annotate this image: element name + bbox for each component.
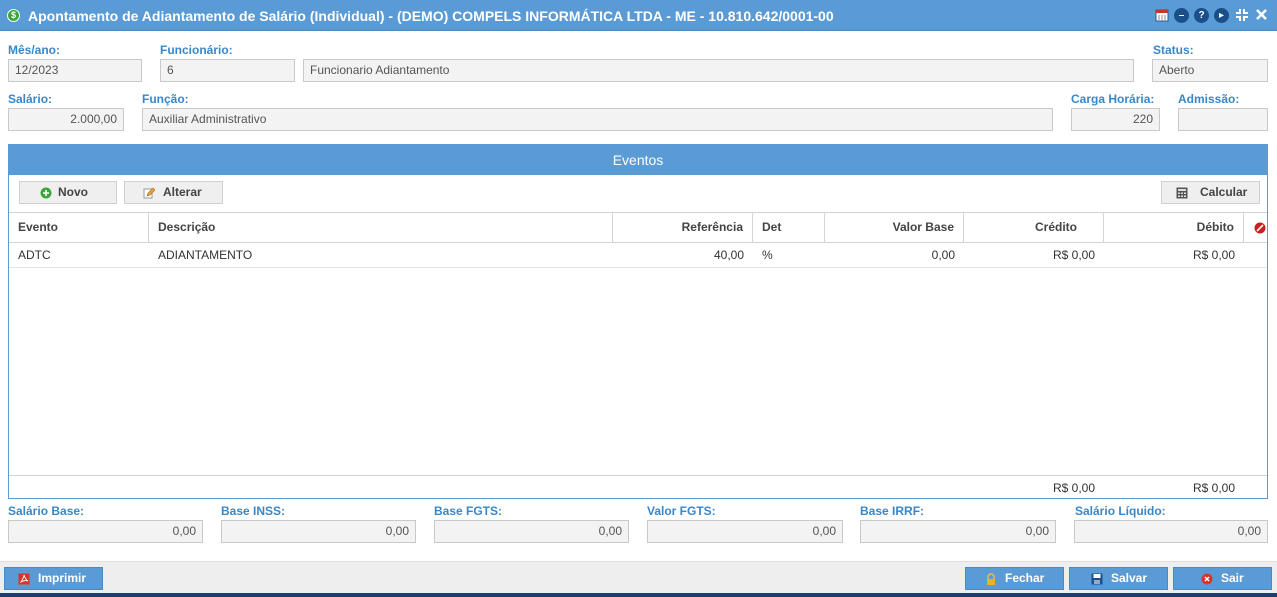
sair-label: Sair <box>1221 571 1244 585</box>
exit-icon <box>1201 573 1213 585</box>
cell-credito: R$ 0,00 <box>1052 248 1095 262</box>
admissao-label: Admissão: <box>1178 92 1240 106</box>
events-title: Eventos <box>9 145 1267 175</box>
app-icon: $ <box>7 9 20 22</box>
novo-label: Novo <box>58 185 88 199</box>
base-fgts-field: 0,00 <box>434 520 629 543</box>
funcionario-name-field[interactable]: Funcionario Adiantamento <box>303 59 1134 82</box>
status-label: Status: <box>1153 43 1194 57</box>
salario-liquido-field: 0,00 <box>1074 520 1268 543</box>
add-icon <box>40 187 52 199</box>
remove-all-column[interactable] <box>1244 213 1267 242</box>
imprimir-button[interactable]: Imprimir <box>4 567 103 590</box>
valor-fgts-field: 0,00 <box>647 520 843 543</box>
cell-referencia: 40,00 <box>713 248 744 262</box>
minimize-icon[interactable]: – <box>1174 8 1189 23</box>
mes-ano-label: Mês/ano: <box>8 43 61 57</box>
base-irrf-field: 0,00 <box>860 520 1056 543</box>
col-descricao[interactable]: Descrição <box>149 213 613 242</box>
base-fgts-label: Base FGTS: <box>434 504 503 518</box>
status-field: Aberto <box>1152 59 1268 82</box>
sair-button[interactable]: Sair <box>1173 567 1272 590</box>
pdf-icon <box>18 573 30 585</box>
alterar-button[interactable]: Alterar <box>124 181 223 204</box>
total-credito: R$ 0,00 <box>1052 481 1095 495</box>
close-icon[interactable] <box>1254 8 1269 23</box>
cell-det: % <box>762 248 773 262</box>
salario-base-field: 0,00 <box>8 520 203 543</box>
funcao-field[interactable]: Auxiliar Administrativo <box>142 108 1053 131</box>
events-panel: Eventos Novo Alterar Calcular Evento Des… <box>8 144 1268 499</box>
cell-descricao: ADIANTAMENTO <box>158 248 253 262</box>
col-evento[interactable]: Evento <box>9 213 149 242</box>
admissao-field[interactable] <box>1178 108 1268 131</box>
col-credito[interactable]: Crédito <box>964 213 1104 242</box>
funcao-label: Função: <box>142 92 189 106</box>
col-det[interactable]: Det <box>753 213 825 242</box>
alterar-label: Alterar <box>163 185 202 199</box>
base-irrf-label: Base IRRF: <box>860 504 925 518</box>
col-valor-base[interactable]: Valor Base <box>825 213 964 242</box>
edit-icon <box>143 187 155 199</box>
lock-icon <box>987 573 995 585</box>
events-totals: R$ 0,00 R$ 0,00 <box>9 475 1267 499</box>
remove-icon[interactable] <box>1254 222 1266 234</box>
events-grid-header: Evento Descrição Referência Det Valor Ba… <box>9 212 1267 243</box>
salvar-button[interactable]: Salvar <box>1069 567 1168 590</box>
funcionario-code-field[interactable]: 6 <box>160 59 295 82</box>
salario-liquido-label: Salário Líquido: <box>1075 504 1166 518</box>
mes-ano-field[interactable]: 12/2023 <box>8 59 142 82</box>
salario-field[interactable]: 2.000,00 <box>8 108 124 131</box>
total-debito: R$ 0,00 <box>1192 481 1235 495</box>
salario-label: Salário: <box>8 92 53 106</box>
calcular-label: Calcular <box>1200 185 1248 199</box>
cell-debito: R$ 0,00 <box>1192 248 1235 262</box>
footer-bar: Imprimir Fechar Salvar Sair <box>0 561 1277 597</box>
table-row[interactable]: ADTC ADIANTAMENTO 40,00 % 0,00 R$ 0,00 R… <box>9 243 1267 268</box>
save-icon <box>1091 573 1103 585</box>
carga-horaria-label: Carga Horária: <box>1071 92 1155 106</box>
base-inss-label: Base INSS: <box>221 504 286 518</box>
title-bar: $ Apontamento de Adiantamento de Salário… <box>0 0 1277 31</box>
bottom-border <box>0 593 1277 597</box>
imprimir-label: Imprimir <box>38 571 87 585</box>
window-controls: – ? ▸ <box>1154 8 1269 23</box>
funcionario-label: Funcionário: <box>160 43 233 57</box>
fechar-button[interactable]: Fechar <box>965 567 1064 590</box>
help-icon[interactable]: ? <box>1194 8 1209 23</box>
novo-button[interactable]: Novo <box>19 181 117 204</box>
calcular-button[interactable]: Calcular <box>1161 181 1260 204</box>
col-referencia[interactable]: Referência <box>613 213 753 242</box>
collapse-icon[interactable] <box>1234 8 1249 23</box>
play-icon[interactable]: ▸ <box>1214 8 1229 23</box>
cell-valor-base: 0,00 <box>931 248 955 262</box>
salvar-label: Salvar <box>1111 571 1148 585</box>
salario-base-label: Salário Base: <box>8 504 85 518</box>
fechar-label: Fechar <box>1005 571 1045 585</box>
base-inss-field: 0,00 <box>221 520 416 543</box>
window-title: Apontamento de Adiantamento de Salário (… <box>28 8 834 24</box>
carga-horaria-field[interactable]: 220 <box>1071 108 1160 131</box>
calendar-icon[interactable] <box>1154 8 1169 23</box>
calculator-icon <box>1176 187 1188 199</box>
col-debito[interactable]: Débito <box>1104 213 1244 242</box>
valor-fgts-label: Valor FGTS: <box>647 504 716 518</box>
cell-evento: ADTC <box>18 248 51 262</box>
